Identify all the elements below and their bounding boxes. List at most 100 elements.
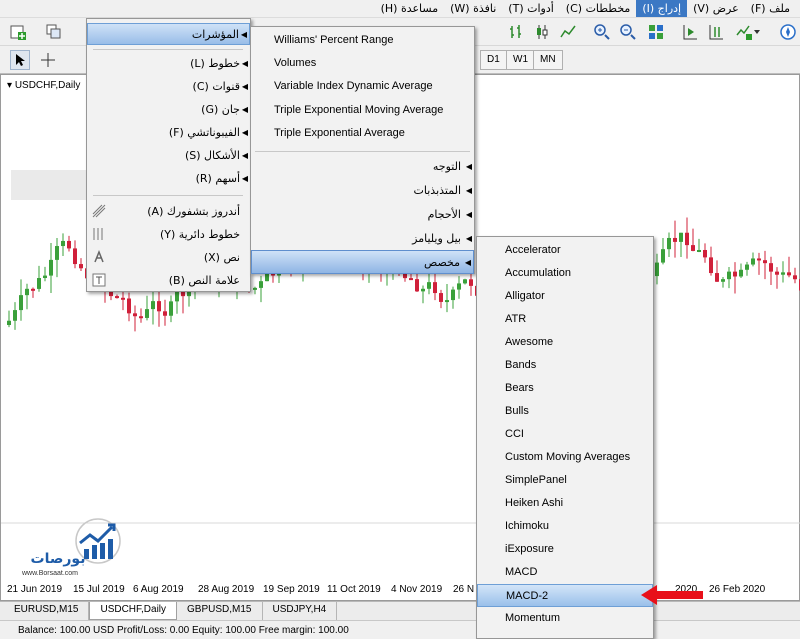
status-bar: Balance: 100.00 USD Profit/Loss: 0.00 Eq… xyxy=(0,620,800,639)
candle-body xyxy=(709,257,713,274)
custom-simplepanel[interactable]: SimplePanel xyxy=(477,469,653,492)
custom-cci[interactable]: CCI xyxy=(477,423,653,446)
indicators-icon[interactable] xyxy=(734,22,754,42)
menu-help[interactable]: مساعدة (H) xyxy=(375,0,445,17)
candle-body xyxy=(703,249,707,258)
tile-windows-icon[interactable] xyxy=(646,22,666,42)
logo-url: www.Borsaat.com xyxy=(21,570,78,577)
candle-body xyxy=(775,271,779,275)
custom-atr[interactable]: ATR xyxy=(477,308,653,331)
candle-body xyxy=(727,271,731,280)
candle-body xyxy=(469,279,473,286)
text-icon xyxy=(91,249,107,266)
custom-macd[interactable]: MACD xyxy=(477,561,653,584)
timeframe-w1[interactable]: W1 xyxy=(506,50,535,70)
menu-item-label: نص (X) xyxy=(203,251,240,264)
indicator-vidya[interactable]: Variable Index Dynamic Average xyxy=(251,75,474,98)
custom-accelerator[interactable]: Accelerator xyxy=(477,239,653,262)
menu-item-shapes[interactable]: الأشكال (S) ◀ xyxy=(87,145,250,167)
custom-accumulation[interactable]: Accumulation xyxy=(477,262,653,285)
menu-insert[interactable]: إدراج (I) xyxy=(636,0,688,17)
custom-ichimoku[interactable]: Ichimoku xyxy=(477,515,653,538)
candle-body xyxy=(259,281,263,288)
menu-view[interactable]: عرض (V) xyxy=(687,0,745,17)
indicator-volumes[interactable]: Volumes xyxy=(251,52,474,75)
zoom-out-icon[interactable] xyxy=(618,22,638,42)
indicator-trix[interactable]: Triple Exponential Average xyxy=(251,122,474,145)
menu-item-channels[interactable]: قنوات (C) ◀ xyxy=(87,76,250,98)
custom-awesome[interactable]: Awesome xyxy=(477,331,653,354)
candle-body xyxy=(25,288,29,296)
custom-bulls[interactable]: Bulls xyxy=(477,400,653,423)
timeframe-mn[interactable]: MN xyxy=(533,50,563,70)
line-chart-icon[interactable] xyxy=(558,22,578,42)
custom-macd-2[interactable]: MACD-2 xyxy=(477,584,653,607)
submenu-arrow-icon: ◀ xyxy=(241,59,248,68)
custom-heiken-ashi[interactable]: Heiken Ashi xyxy=(477,492,653,515)
submenu-custom[interactable]: مخصص ◀ xyxy=(251,250,474,274)
zoom-in-icon[interactable] xyxy=(592,22,612,42)
menu-item-text[interactable]: نص (X) xyxy=(87,247,250,269)
tab-usdjpy[interactable]: USDJPY,H4 xyxy=(263,602,338,620)
custom-alligator[interactable]: Alligator xyxy=(477,285,653,308)
indicator-tema[interactable]: Triple Exponential Moving Average xyxy=(251,99,474,122)
candle-body xyxy=(685,232,689,246)
menu-charts[interactable]: مخططات (C) xyxy=(560,0,637,17)
indicator-williams-percent-range[interactable]: Williams' Percent Range xyxy=(251,29,474,52)
menu-item-label: الفيبوناتشي (F) xyxy=(168,126,240,139)
submenu-label: الأحجام xyxy=(427,208,461,221)
candle-body xyxy=(19,295,23,311)
timeframe-d1[interactable]: D1 xyxy=(480,50,507,70)
profiles-icon[interactable] xyxy=(44,22,64,42)
new-chart-icon[interactable] xyxy=(8,22,28,42)
custom-momentum[interactable]: Momentum xyxy=(477,607,653,630)
menu-window[interactable]: نافذة (W) xyxy=(444,0,502,17)
submenu-arrow-icon: ◀ xyxy=(241,82,248,91)
tab-usdchf[interactable]: USDCHF,Daily xyxy=(89,602,178,620)
menu-item-gann[interactable]: جان (G) ◀ xyxy=(87,99,250,121)
submenu-bill-williams[interactable]: بيل ويليامز ◀ xyxy=(251,227,474,251)
menu-item-andrews-pitchfork[interactable]: أندروز بتشفورك (A) xyxy=(87,201,250,223)
candle-body xyxy=(667,237,671,250)
candle-body xyxy=(421,288,425,292)
candle-body xyxy=(721,279,725,282)
custom-bears[interactable]: Bears xyxy=(477,377,653,400)
candle-body xyxy=(751,258,755,265)
crosshair-icon[interactable] xyxy=(38,50,58,70)
cursor-icon[interactable] xyxy=(10,50,30,70)
menu-item-text-label[interactable]: علامة النص (B) xyxy=(87,270,250,292)
submenu-arrow-icon: ◀ xyxy=(465,162,472,171)
candle-body xyxy=(79,264,83,269)
navigator-icon[interactable] xyxy=(778,22,798,42)
date-label: 26 N xyxy=(453,584,475,595)
chevron-down-icon[interactable] xyxy=(752,22,762,42)
date-label: 11 Oct 2019 xyxy=(327,584,381,595)
chart-shift-icon[interactable] xyxy=(680,22,700,42)
menu-file[interactable]: ملف (F) xyxy=(745,0,796,17)
candle-body xyxy=(697,249,701,252)
submenu-trend[interactable]: التوجه ◀ xyxy=(251,155,474,179)
menu-item-lines[interactable]: خطوط (L) ◀ xyxy=(87,53,250,75)
submenu-arrow-icon: ◀ xyxy=(241,105,248,114)
menu-item-arrows[interactable]: أسهم (R) ◀ xyxy=(87,168,250,190)
date-label: 26 Feb 2020 xyxy=(709,584,766,595)
text-label-icon xyxy=(91,273,107,289)
menu-item-indicators[interactable]: المؤشرات ◀ xyxy=(87,23,250,45)
autoscroll-icon[interactable] xyxy=(706,22,726,42)
custom-bands[interactable]: Bands xyxy=(477,354,653,377)
candle-body xyxy=(163,311,167,316)
submenu-arrow-icon: ◀ xyxy=(241,174,248,183)
submenu-oscillators[interactable]: المتذبذبات ◀ xyxy=(251,179,474,203)
custom-iexposure[interactable]: iExposure xyxy=(477,538,653,561)
menu-item-fibonacci[interactable]: الفيبوناتشي (F) ◀ xyxy=(87,122,250,144)
candle-body xyxy=(769,263,773,272)
tab-eurusd[interactable]: EURUSD,M15 xyxy=(4,602,90,620)
tab-gbpusd[interactable]: GBPUSD,M15 xyxy=(177,602,263,620)
candlestick-icon[interactable] xyxy=(532,22,552,42)
bar-chart-icon[interactable] xyxy=(506,22,526,42)
menu-item-cycle-lines[interactable]: خطوط دائرية (Y) xyxy=(87,224,250,246)
custom-moving-averages[interactable]: Custom Moving Averages xyxy=(477,446,653,469)
menu-tools[interactable]: أدوات (T) xyxy=(502,0,560,17)
submenu-volumes[interactable]: الأحجام ◀ xyxy=(251,203,474,227)
candle-body xyxy=(115,296,119,299)
